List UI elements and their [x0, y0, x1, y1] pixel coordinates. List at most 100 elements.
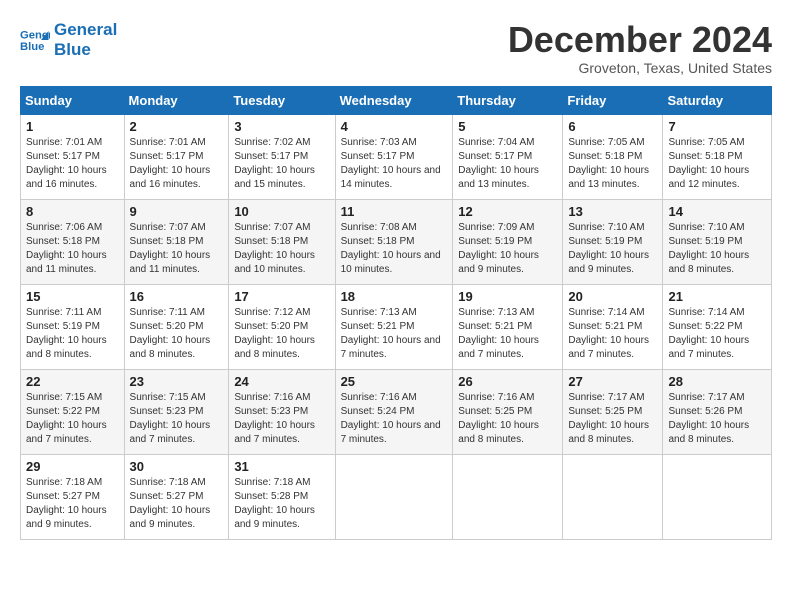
day-info: Sunrise: 7:01 AMSunset: 5:17 PMDaylight:…	[130, 136, 224, 192]
day-info: Sunrise: 7:04 AMSunset: 5:17 PMDaylight:…	[458, 136, 557, 192]
empty-cell	[453, 454, 563, 539]
calendar-day-cell: 11 Sunrise: 7:08 AMSunset: 5:18 PMDayligh…	[335, 199, 453, 284]
day-info: Sunrise: 7:11 AMSunset: 5:20 PMDaylight:…	[130, 306, 224, 362]
day-info: Sunrise: 7:05 AMSunset: 5:18 PMDaylight:…	[568, 136, 657, 192]
calendar-day-cell: 27 Sunrise: 7:17 AMSunset: 5:25 PMDayligh…	[563, 369, 663, 454]
day-info: Sunrise: 7:15 AMSunset: 5:23 PMDaylight:…	[130, 391, 224, 447]
logo-icon: General Blue	[20, 25, 50, 55]
calendar-day-cell: 8 Sunrise: 7:06 AMSunset: 5:18 PMDaylight…	[21, 199, 125, 284]
day-info: Sunrise: 7:09 AMSunset: 5:19 PMDaylight:…	[458, 221, 557, 277]
day-info: Sunrise: 7:08 AMSunset: 5:18 PMDaylight:…	[341, 221, 448, 277]
calendar-day-cell: 6 Sunrise: 7:05 AMSunset: 5:18 PMDaylight…	[563, 114, 663, 199]
day-info: Sunrise: 7:05 AMSunset: 5:18 PMDaylight:…	[668, 136, 766, 192]
day-info: Sunrise: 7:15 AMSunset: 5:22 PMDaylight:…	[26, 391, 119, 447]
calendar-week-row: 8 Sunrise: 7:06 AMSunset: 5:18 PMDaylight…	[21, 199, 772, 284]
day-number: 12	[458, 204, 557, 219]
calendar-day-cell: 10Sunrise: 7:07 AMSunset: 5:18 PMDayligh…	[229, 199, 335, 284]
calendar-day-cell: 29Sunrise: 7:18 AMSunset: 5:27 PMDayligh…	[21, 454, 125, 539]
col-header-saturday: Saturday	[663, 86, 772, 114]
day-info: Sunrise: 7:16 AMSunset: 5:24 PMDaylight:…	[341, 391, 448, 447]
svg-text:Blue: Blue	[20, 41, 44, 53]
day-number: 3	[234, 119, 329, 134]
day-info: Sunrise: 7:13 AMSunset: 5:21 PMDaylight:…	[458, 306, 557, 362]
day-number: 1	[26, 119, 119, 134]
calendar-day-cell: 17 Sunrise: 7:12 AMSunset: 5:20 PMDayligh…	[229, 284, 335, 369]
calendar-day-cell: 24 Sunrise: 7:16 AMSunset: 5:23 PMDayligh…	[229, 369, 335, 454]
day-number: 2	[130, 119, 224, 134]
calendar-day-cell: 12 Sunrise: 7:09 AMSunset: 5:19 PMDayligh…	[453, 199, 563, 284]
day-info: Sunrise: 7:07 AMSunset: 5:18 PMDaylight:…	[130, 221, 224, 277]
day-number: 5	[458, 119, 557, 134]
calendar-day-cell: 30 Sunrise: 7:18 AMSunset: 5:27 PMDayligh…	[124, 454, 229, 539]
day-number: 30	[130, 459, 224, 474]
day-number: 17	[234, 289, 329, 304]
day-info: Sunrise: 7:06 AMSunset: 5:18 PMDaylight:…	[26, 221, 119, 277]
calendar-day-cell: 15Sunrise: 7:11 AMSunset: 5:19 PMDayligh…	[21, 284, 125, 369]
calendar-day-cell: 22 Sunrise: 7:15 AMSunset: 5:22 PMDayligh…	[21, 369, 125, 454]
day-info: Sunrise: 7:14 AMSunset: 5:21 PMDaylight:…	[568, 306, 657, 362]
day-info: Sunrise: 7:07 AMSunset: 5:18 PMDaylight:…	[234, 221, 329, 277]
logo-text-general: General	[54, 20, 117, 40]
calendar-day-cell: 31 Sunrise: 7:18 AMSunset: 5:28 PMDayligh…	[229, 454, 335, 539]
day-number: 14	[668, 204, 766, 219]
calendar-week-row: 1 Sunrise: 7:01 AMSunset: 5:17 PMDaylight…	[21, 114, 772, 199]
day-number: 29	[26, 459, 119, 474]
calendar-day-cell: 14 Sunrise: 7:10 AMSunset: 5:19 PMDayligh…	[663, 199, 772, 284]
day-number: 4	[341, 119, 448, 134]
calendar-day-cell: 25 Sunrise: 7:16 AMSunset: 5:24 PMDayligh…	[335, 369, 453, 454]
empty-cell	[563, 454, 663, 539]
calendar-day-cell: 16 Sunrise: 7:11 AMSunset: 5:20 PMDayligh…	[124, 284, 229, 369]
calendar-day-cell: 1Sunrise: 7:01 AMSunset: 5:17 PMDaylight…	[21, 114, 125, 199]
day-number: 11	[341, 204, 448, 219]
day-number: 16	[130, 289, 224, 304]
calendar-day-cell: 2 Sunrise: 7:01 AMSunset: 5:17 PMDaylight…	[124, 114, 229, 199]
day-info: Sunrise: 7:14 AMSunset: 5:22 PMDaylight:…	[668, 306, 766, 362]
day-number: 25	[341, 374, 448, 389]
day-info: Sunrise: 7:18 AMSunset: 5:27 PMDaylight:…	[130, 476, 224, 532]
day-info: Sunrise: 7:03 AMSunset: 5:17 PMDaylight:…	[341, 136, 448, 192]
empty-cell	[663, 454, 772, 539]
day-number: 21	[668, 289, 766, 304]
empty-cell	[335, 454, 453, 539]
day-number: 6	[568, 119, 657, 134]
day-number: 19	[458, 289, 557, 304]
day-number: 27	[568, 374, 657, 389]
day-info: Sunrise: 7:17 AMSunset: 5:25 PMDaylight:…	[568, 391, 657, 447]
calendar-subtitle: Groveton, Texas, United States	[508, 60, 772, 76]
day-info: Sunrise: 7:16 AMSunset: 5:23 PMDaylight:…	[234, 391, 329, 447]
calendar-day-cell: 7Sunrise: 7:05 AMSunset: 5:18 PMDaylight…	[663, 114, 772, 199]
logo: General Blue General Blue	[20, 20, 117, 61]
col-header-sunday: Sunday	[21, 86, 125, 114]
calendar-week-row: 15Sunrise: 7:11 AMSunset: 5:19 PMDayligh…	[21, 284, 772, 369]
calendar-day-cell: 28 Sunrise: 7:17 AMSunset: 5:26 PMDayligh…	[663, 369, 772, 454]
day-info: Sunrise: 7:18 AMSunset: 5:28 PMDaylight:…	[234, 476, 329, 532]
day-number: 8	[26, 204, 119, 219]
day-info: Sunrise: 7:17 AMSunset: 5:26 PMDaylight:…	[668, 391, 766, 447]
calendar-day-cell: 19 Sunrise: 7:13 AMSunset: 5:21 PMDayligh…	[453, 284, 563, 369]
day-info: Sunrise: 7:10 AMSunset: 5:19 PMDaylight:…	[668, 221, 766, 277]
day-number: 24	[234, 374, 329, 389]
day-info: Sunrise: 7:12 AMSunset: 5:20 PMDaylight:…	[234, 306, 329, 362]
calendar-table: SundayMondayTuesdayWednesdayThursdayFrid…	[20, 86, 772, 540]
day-number: 28	[668, 374, 766, 389]
calendar-title: December 2024	[508, 20, 772, 60]
day-number: 22	[26, 374, 119, 389]
calendar-day-cell: 3Sunrise: 7:02 AMSunset: 5:17 PMDaylight…	[229, 114, 335, 199]
calendar-day-cell: 4 Sunrise: 7:03 AMSunset: 5:17 PMDaylight…	[335, 114, 453, 199]
day-number: 15	[26, 289, 119, 304]
calendar-week-row: 29 Sunrise: 7:18 AMSunset: 5:27 PMDayligh…	[21, 454, 772, 539]
calendar-day-cell: 20Sunrise: 7:14 AMSunset: 5:21 PMDayligh…	[563, 284, 663, 369]
day-info: Sunrise: 7:10 AMSunset: 5:19 PMDaylight:…	[568, 221, 657, 277]
title-block: December 2024 Groveton, Texas, United St…	[508, 20, 772, 76]
calendar-day-cell: 21 Sunrise: 7:14 AMSunset: 5:22 PMDayligh…	[663, 284, 772, 369]
calendar-day-cell: 5 Sunrise: 7:04 AMSunset: 5:17 PMDaylight…	[453, 114, 563, 199]
logo-text-blue: Blue	[54, 40, 117, 60]
calendar-day-cell: 9Sunrise: 7:07 AMSunset: 5:18 PMDaylight…	[124, 199, 229, 284]
col-header-wednesday: Wednesday	[335, 86, 453, 114]
calendar-day-cell: 23Sunrise: 7:15 AMSunset: 5:23 PMDayligh…	[124, 369, 229, 454]
col-header-friday: Friday	[563, 86, 663, 114]
calendar-day-cell: 18Sunrise: 7:13 AMSunset: 5:21 PMDayligh…	[335, 284, 453, 369]
calendar-week-row: 22 Sunrise: 7:15 AMSunset: 5:22 PMDayligh…	[21, 369, 772, 454]
day-number: 31	[234, 459, 329, 474]
page-header: General Blue General Blue December 2024 …	[20, 20, 772, 76]
